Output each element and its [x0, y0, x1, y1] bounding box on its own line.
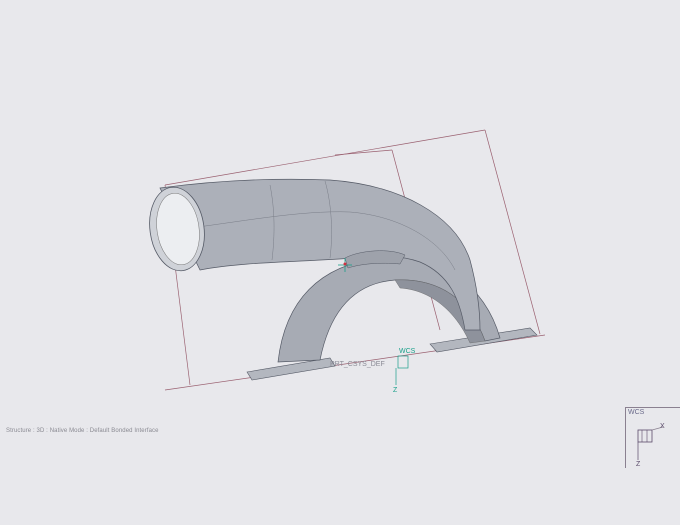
wcs-triad-icon: X Z — [636, 423, 665, 468]
csys-wcs-label: WCS — [399, 348, 416, 355]
csys-z-label: Z — [393, 387, 398, 394]
status-text: Structure : 3D : Native Mode : Default B… — [6, 428, 159, 434]
wcs-indicator: WCS X Z — [625, 407, 680, 468]
csys-label: PRT_CSYS_DEF — [330, 361, 385, 368]
3d-viewport[interactable]: PRT_CSYS_DEF WCS Z — [0, 0, 680, 525]
part-model[interactable] — [144, 178, 538, 381]
wcs-z-label: Z — [636, 461, 641, 468]
wcs-x-label: X — [660, 423, 665, 430]
